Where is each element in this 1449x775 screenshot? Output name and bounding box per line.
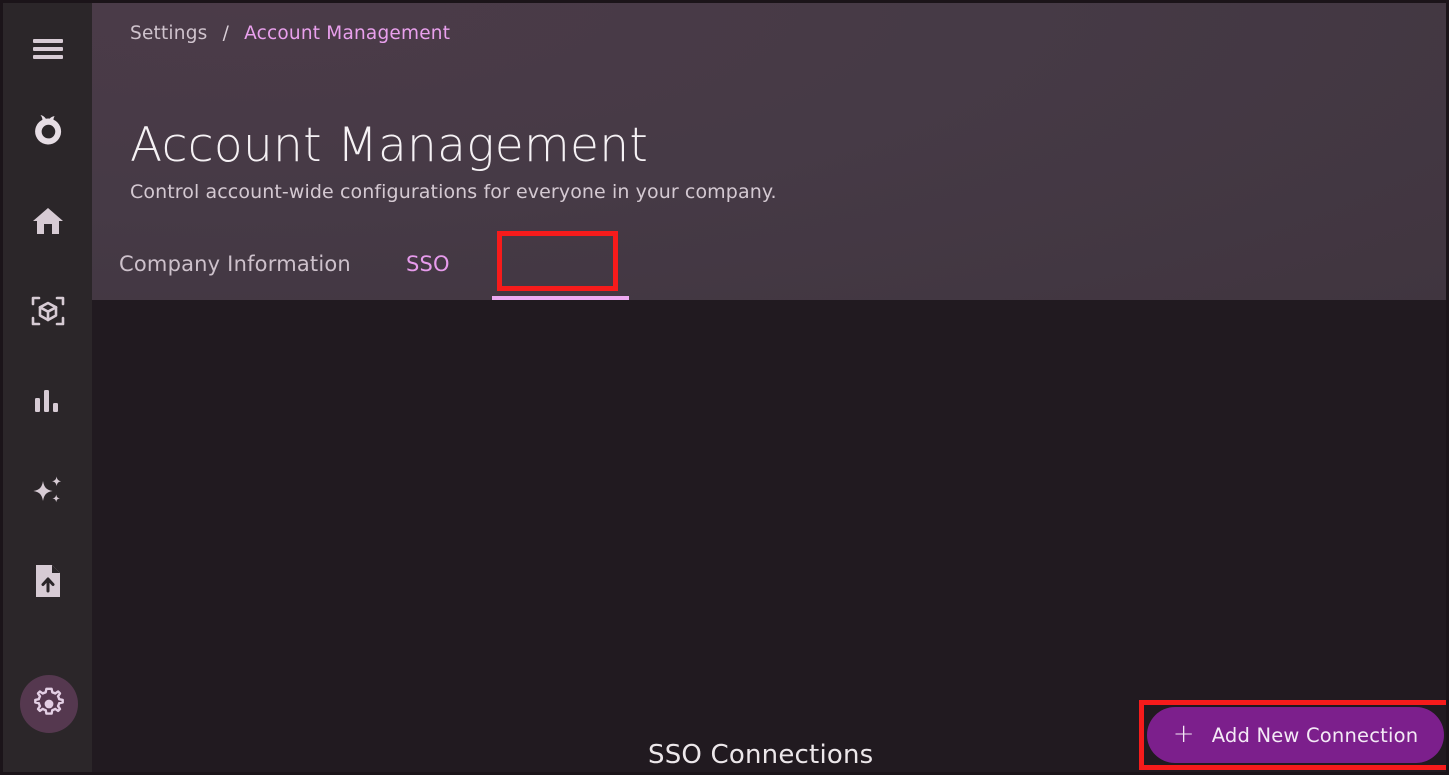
sidebar-settings-wrapper xyxy=(20,675,78,733)
sso-content-area: SSO Connections + Add New Connection xyxy=(92,300,1446,772)
bar-chart-icon xyxy=(33,388,63,414)
annotation-highlight-sso-tab xyxy=(497,231,618,291)
page-subtitle: Control account-wide configurations for … xyxy=(130,181,777,203)
sidebar-item-analytics[interactable] xyxy=(20,373,76,429)
page-title: Account Management xyxy=(130,118,648,173)
main-column: Settings / Account Management Account Ma… xyxy=(92,3,1446,772)
hamburger-menu-icon xyxy=(33,38,63,60)
file-upload-icon xyxy=(34,564,62,598)
gear-icon xyxy=(32,687,66,721)
tab-bar: Company Information SSO xyxy=(92,228,480,300)
add-new-connection-button[interactable]: + Add New Connection xyxy=(1147,707,1444,763)
add-new-connection-label: Add New Connection xyxy=(1212,724,1419,747)
breadcrumb-item-settings[interactable]: Settings xyxy=(130,23,207,44)
sidebar-item-menu[interactable] xyxy=(20,21,76,77)
cube-scan-icon xyxy=(31,294,65,328)
home-icon xyxy=(32,206,64,236)
breadcrumb-item-account-management[interactable]: Account Management xyxy=(244,23,450,44)
breadcrumb-separator: / xyxy=(223,23,229,44)
sidebar-nav xyxy=(3,3,92,772)
sso-connections-heading: SSO Connections xyxy=(648,740,873,770)
brand-logo-icon xyxy=(28,111,68,151)
tab-sso[interactable]: SSO xyxy=(376,228,480,300)
breadcrumb: Settings / Account Management xyxy=(130,23,450,44)
sidebar-item-objects[interactable] xyxy=(20,283,76,339)
sidebar-item-upload[interactable] xyxy=(20,553,76,609)
app-window: Settings / Account Management Account Ma… xyxy=(0,0,1449,775)
sidebar-item-brand[interactable] xyxy=(20,103,76,159)
sidebar-item-home[interactable] xyxy=(20,193,76,249)
page-header: Settings / Account Management Account Ma… xyxy=(92,3,1446,300)
plus-icon: + xyxy=(1173,721,1195,747)
sparkles-icon xyxy=(31,474,65,508)
sidebar-item-ai[interactable] xyxy=(20,463,76,519)
sidebar-item-settings[interactable] xyxy=(20,675,78,733)
tab-company-information[interactable]: Company Information xyxy=(92,228,376,300)
